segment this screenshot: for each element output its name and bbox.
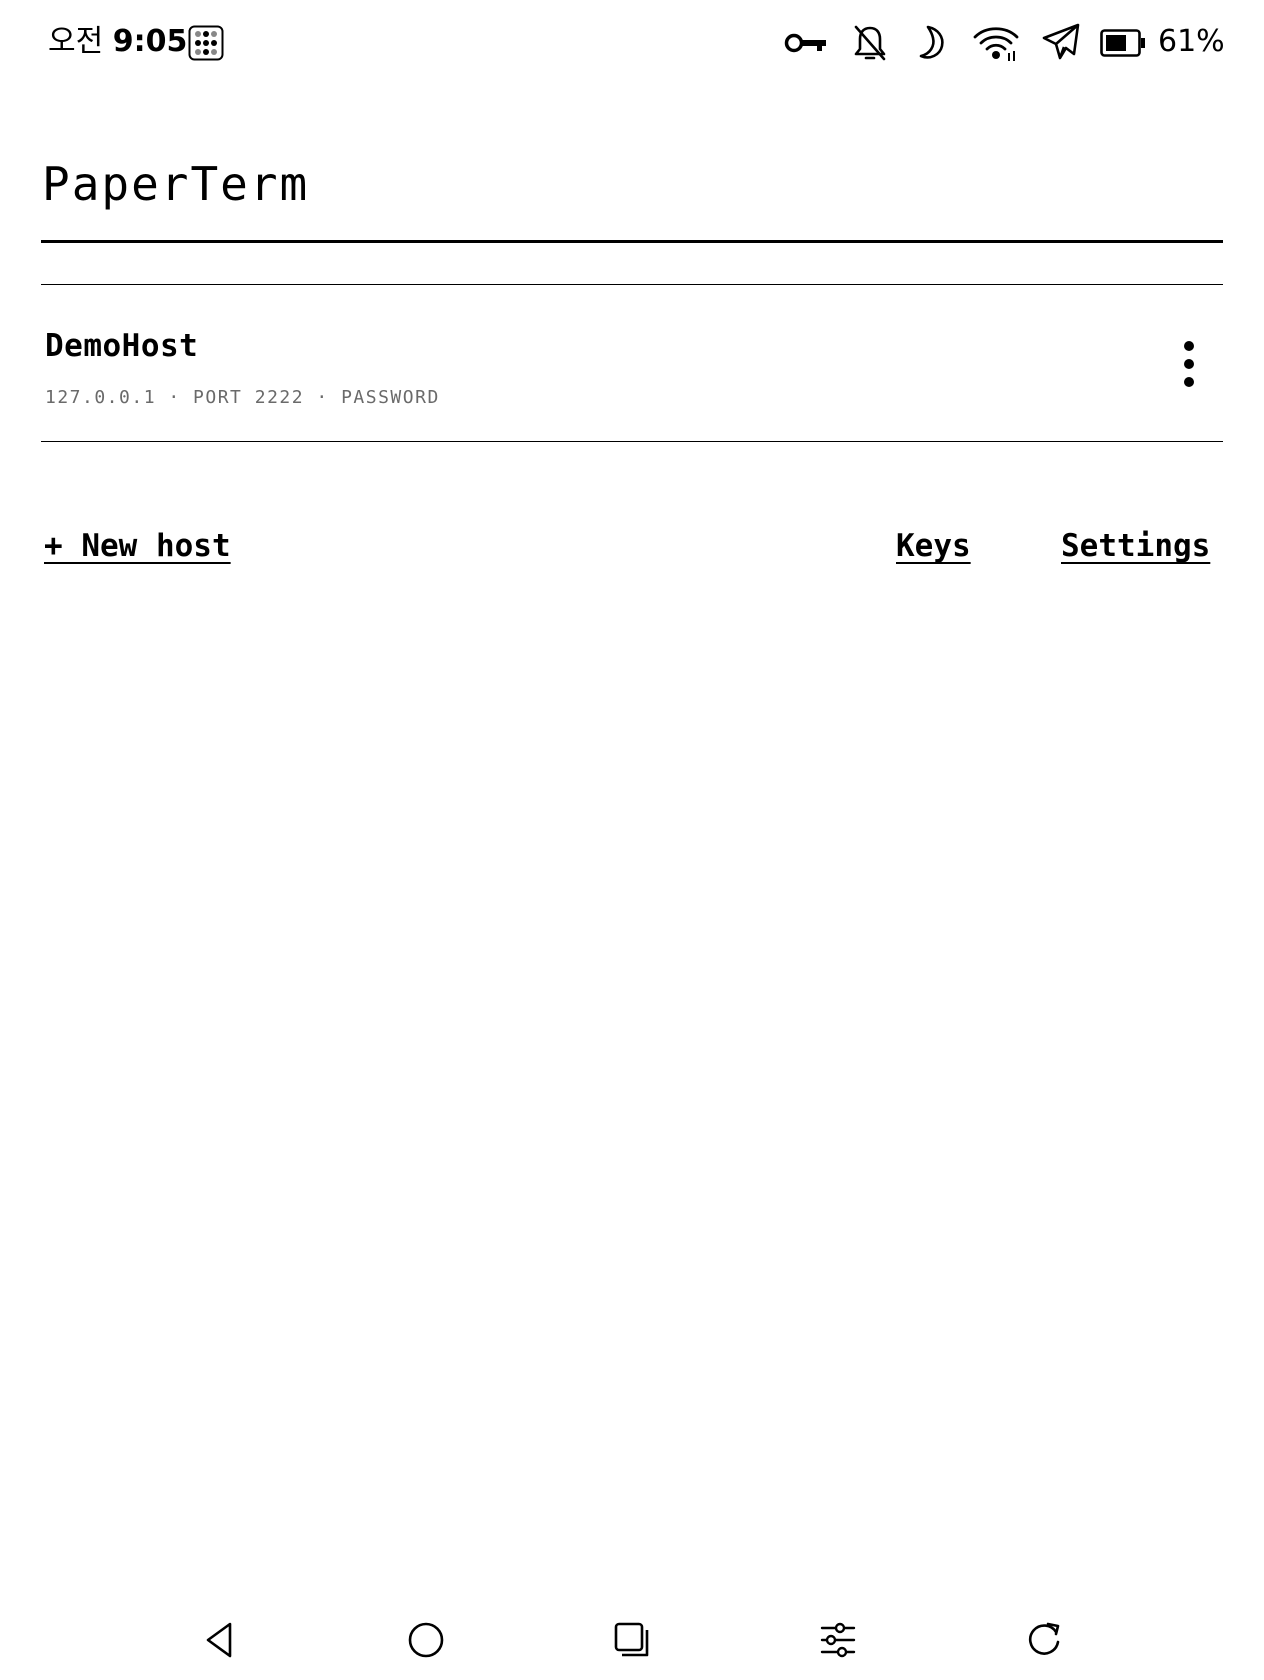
host-list-item[interactable]: DemoHost 127.0.0.1 · PORT 2222 · PASSWOR… bbox=[41, 286, 1223, 441]
battery-icon bbox=[1100, 20, 1146, 66]
host-name: DemoHost bbox=[45, 328, 199, 364]
wifi-icon bbox=[972, 20, 1020, 66]
bell-off-icon bbox=[850, 20, 890, 66]
battery-percent: 61% bbox=[1158, 24, 1225, 59]
settings-button[interactable]: Settings bbox=[1061, 526, 1210, 566]
back-icon[interactable] bbox=[194, 1614, 246, 1666]
navigation-bar bbox=[0, 1610, 1264, 1670]
status-time-value: 9:05 bbox=[112, 24, 188, 59]
recents-icon[interactable] bbox=[606, 1614, 658, 1666]
status-time: 오전 9:05 bbox=[48, 22, 187, 62]
keys-button[interactable]: Keys bbox=[896, 526, 971, 566]
new-host-button[interactable]: + New host bbox=[44, 526, 231, 566]
adjust-icon[interactable] bbox=[812, 1614, 864, 1666]
app-grid-icon bbox=[188, 20, 224, 66]
status-bar: 오전 9:05 61% bbox=[0, 0, 1264, 86]
status-time-prefix: 오전 bbox=[48, 24, 104, 59]
page-title: PaperTerm bbox=[42, 157, 310, 211]
home-icon[interactable] bbox=[400, 1614, 452, 1666]
host-details: 127.0.0.1 · PORT 2222 · PASSWORD bbox=[45, 387, 440, 408]
vpn-key-icon bbox=[784, 20, 828, 66]
list-bottom-divider bbox=[41, 441, 1223, 442]
title-divider bbox=[41, 240, 1223, 243]
more-vertical-icon[interactable] bbox=[1169, 336, 1209, 392]
list-top-divider bbox=[41, 284, 1223, 285]
moon-icon bbox=[912, 20, 952, 66]
refresh-icon[interactable] bbox=[1018, 1614, 1070, 1666]
airplane-icon bbox=[1040, 20, 1082, 66]
